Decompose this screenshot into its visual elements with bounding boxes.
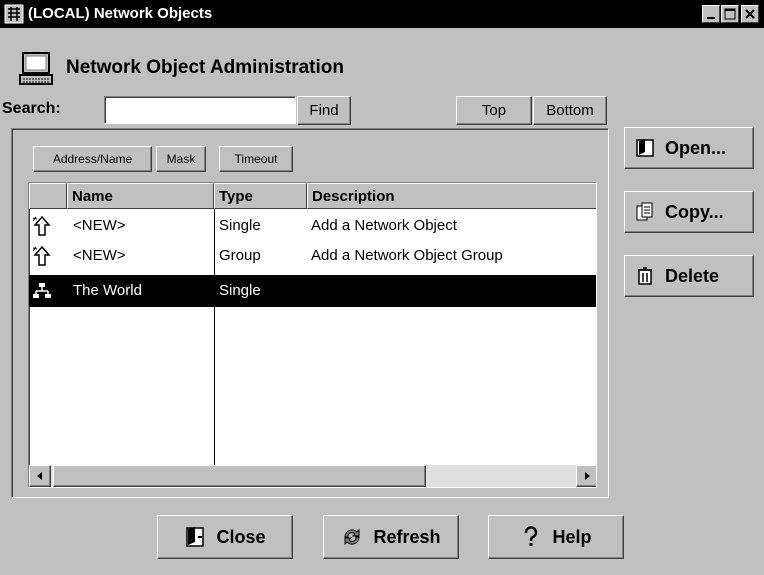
scrollbar-thumb[interactable]	[53, 465, 426, 487]
column-header-icon[interactable]	[29, 183, 67, 209]
help-icon	[525, 526, 538, 546]
minimize-button[interactable]	[702, 5, 720, 23]
close-window-button[interactable]	[741, 5, 759, 23]
sort-mask-button[interactable]: Mask	[156, 146, 206, 172]
open-icon	[636, 139, 654, 157]
column-header-description[interactable]: Description	[307, 183, 596, 209]
help-button[interactable]: Help	[488, 515, 624, 559]
help-button-label: Help	[552, 526, 592, 547]
search-label: Search:	[2, 100, 61, 117]
open-button-label: Open...	[665, 137, 727, 158]
refresh-icon	[344, 528, 360, 546]
page-title: Network Object Administration	[66, 57, 344, 78]
sort-timeout-button[interactable]: Timeout	[219, 146, 293, 172]
copy-button[interactable]: Copy...	[624, 191, 754, 233]
search-input[interactable]	[104, 96, 296, 124]
delete-button-label: Delete	[665, 265, 720, 286]
close-button[interactable]: Close	[157, 515, 293, 559]
new-object-icon	[32, 215, 51, 236]
scroll-right-button[interactable]	[576, 465, 596, 487]
row-description: Add a Network Object	[311, 217, 457, 234]
title-bar: (LOCAL) Network Objects	[0, 0, 764, 28]
computer-icon	[19, 52, 53, 85]
arrow-right-icon	[585, 472, 590, 480]
horizontal-scrollbar[interactable]	[29, 465, 596, 487]
open-button[interactable]: Open...	[624, 127, 754, 169]
sort-address-name-button[interactable]: Address/Name	[33, 146, 152, 172]
copy-button-label: Copy...	[665, 201, 724, 222]
scroll-left-button[interactable]	[29, 465, 51, 487]
row-type: Group	[219, 247, 261, 264]
maximize-button[interactable]	[721, 5, 739, 23]
row-name: The World	[73, 282, 142, 299]
network-icon	[33, 283, 51, 298]
table-row[interactable]: <NEW> Group Add a Network Object Group	[29, 241, 596, 271]
window-title: (LOCAL) Network Objects	[28, 5, 213, 22]
copy-icon	[636, 202, 653, 221]
top-button[interactable]: Top	[456, 96, 532, 125]
row-type: Single	[219, 217, 261, 234]
table-row-selected[interactable]: The World Single	[29, 275, 596, 307]
new-object-icon	[32, 245, 51, 266]
bottom-button[interactable]: Bottom	[533, 96, 607, 125]
app-icon	[4, 4, 24, 24]
table-header: Name Type Description	[29, 183, 596, 209]
row-name: <NEW>	[73, 247, 126, 264]
row-description: Add a Network Object Group	[311, 247, 503, 264]
arrow-left-icon	[37, 472, 42, 480]
column-header-type[interactable]: Type	[214, 183, 307, 209]
objects-table: Name Type Description <NEW> Single Add a…	[28, 182, 597, 488]
row-type: Single	[219, 282, 261, 299]
table-row[interactable]: <NEW> Single Add a Network Object	[29, 211, 596, 241]
close-button-label: Close	[216, 526, 266, 547]
column-header-name[interactable]: Name	[67, 183, 214, 209]
row-name: <NEW>	[73, 217, 126, 234]
refresh-button-label: Refresh	[373, 526, 441, 547]
refresh-button[interactable]: Refresh	[323, 515, 459, 559]
find-button[interactable]: Find	[297, 96, 351, 125]
trash-icon	[638, 267, 652, 285]
close-door-icon	[186, 527, 205, 547]
delete-button[interactable]: Delete	[624, 255, 754, 297]
